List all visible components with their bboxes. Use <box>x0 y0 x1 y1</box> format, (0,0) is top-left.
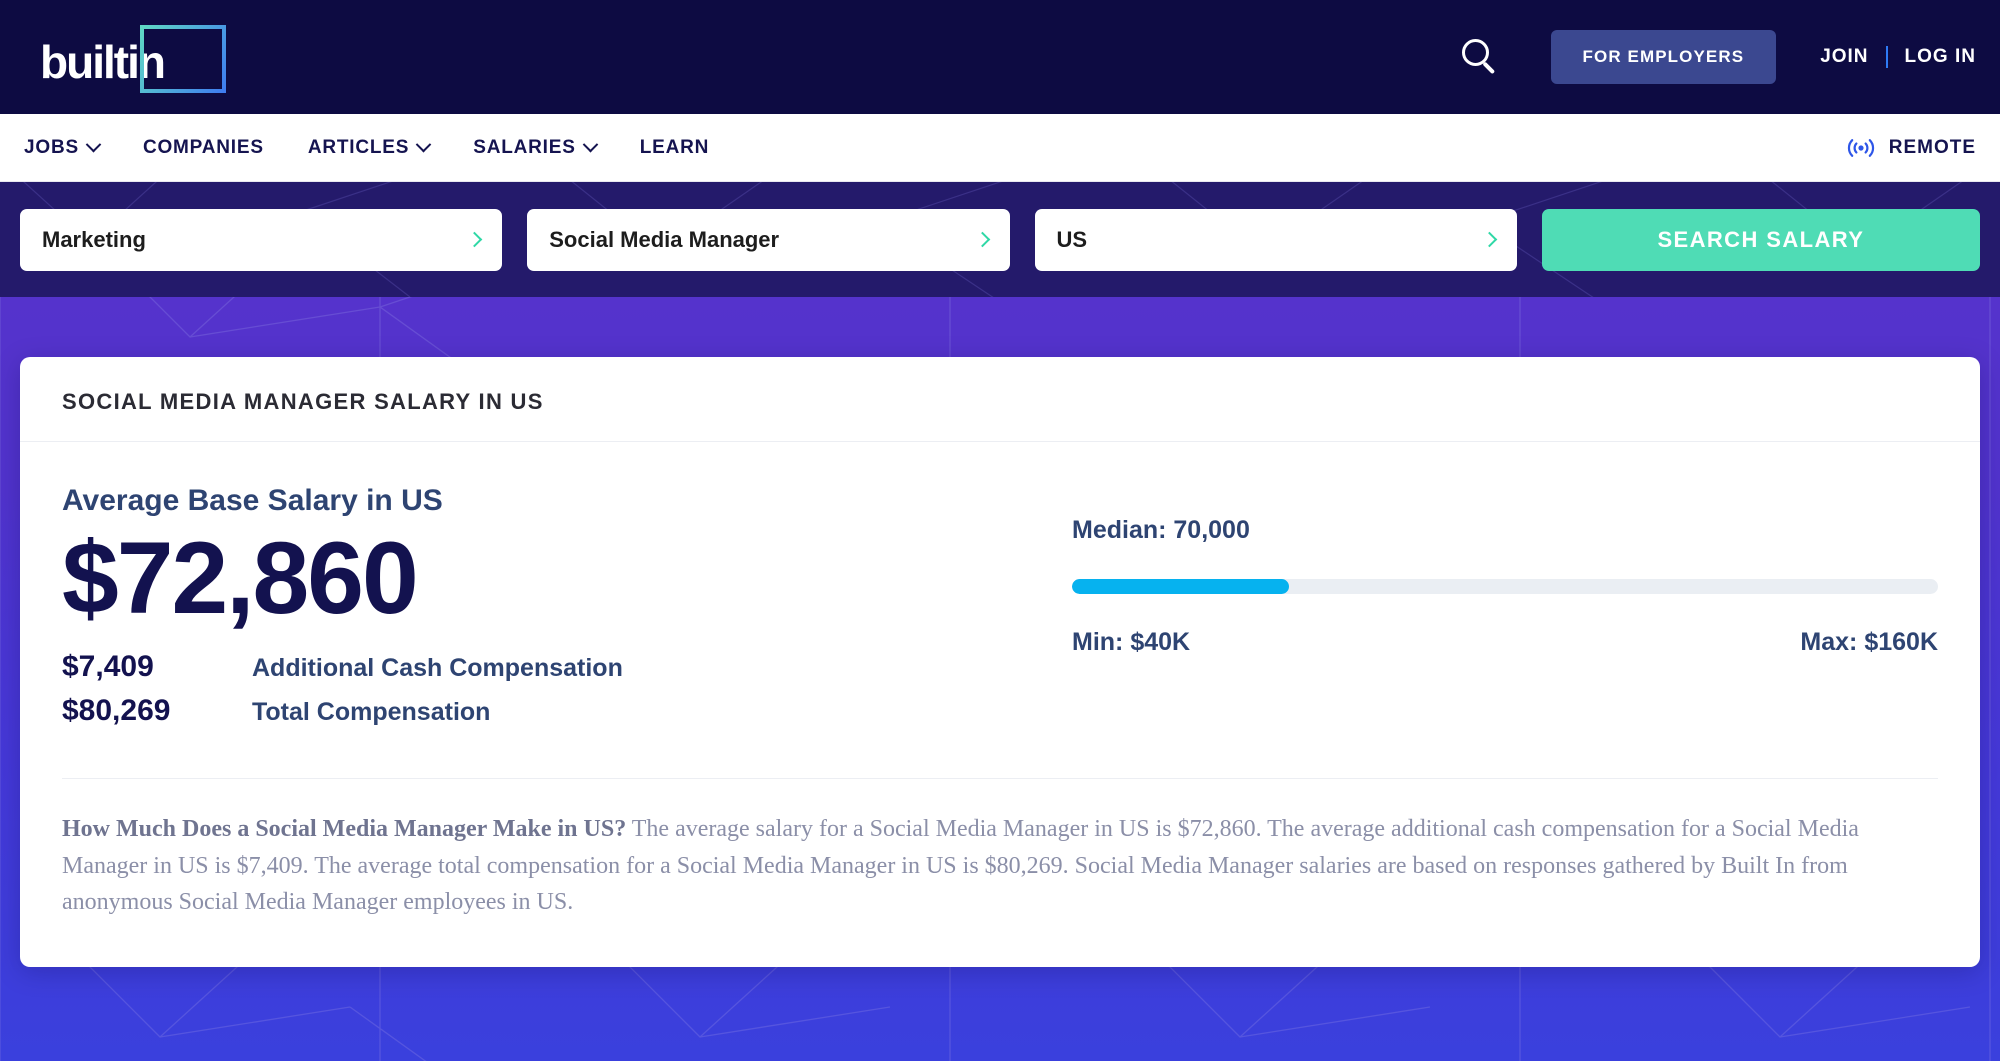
chevron-down-icon <box>582 136 598 153</box>
for-employers-button[interactable]: FOR EMPLOYERS <box>1550 30 1777 84</box>
compensation-row: $80,269 Total Compensation <box>62 694 1072 728</box>
auth-divider <box>1885 46 1888 68</box>
header-actions: FOR EMPLOYERS JOIN LOG IN <box>1449 26 1976 88</box>
nav-item-label: LEARN <box>639 136 710 158</box>
compensation-label: Total Compensation <box>252 698 491 727</box>
builtin-logo[interactable]: builtin <box>22 15 232 99</box>
nav-item-remote[interactable]: REMOTE <box>1846 137 1976 159</box>
nav-item-articles[interactable]: ARTICLES <box>286 137 451 159</box>
location-value: US <box>1056 226 1088 252</box>
site-header: builtin FOR EMPLOYERS JOIN LOG IN <box>0 0 2000 114</box>
range-endpoints: Min: $40K Max: $160K <box>1072 628 1938 657</box>
nav-item-label: SALARIES <box>473 136 576 158</box>
salary-description-question: How Much Does a Social Media Manager Mak… <box>62 816 627 843</box>
logo-square-icon <box>140 25 226 93</box>
chevron-down-icon <box>85 136 102 153</box>
salary-card: SOCIAL MEDIA MANAGER SALARY IN US Averag… <box>20 357 1980 967</box>
search-icon[interactable] <box>1449 26 1511 88</box>
nav-item-label: COMPANIES <box>142 136 264 158</box>
nav-item-companies[interactable]: COMPANIES <box>121 137 286 159</box>
search-salary-button[interactable]: SEARCH SALARY <box>1541 208 1980 271</box>
category-value: Marketing <box>42 226 146 252</box>
magnifier-glyph <box>1461 39 1498 75</box>
nav-item-learn[interactable]: LEARN <box>618 137 731 159</box>
nav-item-label: JOBS <box>24 136 79 158</box>
card-footer: How Much Does a Social Media Manager Mak… <box>62 778 1938 966</box>
median-label: Median: 70,000 <box>1072 516 1250 544</box>
nav-item-salaries[interactable]: SALARIES <box>451 137 617 159</box>
average-salary-value: $72,860 <box>62 521 419 635</box>
chevron-right-icon <box>974 231 990 248</box>
main-nav: JOBS COMPANIES ARTICLES SALARIES LEARN R… <box>0 114 2000 182</box>
salary-range-chart: Median: 70,000 Min: $40K Max: $160K <box>1072 484 1938 738</box>
chevron-right-icon <box>1481 231 1498 248</box>
remote-label: REMOTE <box>1888 136 1976 158</box>
min-salary-label: Min: $40K <box>1072 628 1191 656</box>
compensation-row: $7,409 Additional Cash Compensation <box>62 650 1072 684</box>
compensation-amount: $80,269 <box>62 694 171 728</box>
card-body: Average Base Salary in US $72,860 $7,409… <box>20 442 1980 738</box>
page-title: SOCIAL MEDIA MANAGER SALARY IN US <box>62 389 544 414</box>
role-value: Social Media Manager <box>549 226 780 252</box>
hero-section: SOCIAL MEDIA MANAGER SALARY IN US Averag… <box>0 297 2000 1061</box>
category-select[interactable]: Marketing <box>20 208 503 271</box>
salary-search-bar: Marketing Social Media Manager US SEARCH… <box>0 182 2000 297</box>
salary-summary: Average Base Salary in US $72,860 $7,409… <box>62 484 1072 738</box>
max-salary-label: Max: $160K <box>1800 628 1938 656</box>
salary-range-track <box>1072 579 1938 594</box>
join-link[interactable]: JOIN <box>1820 46 1868 68</box>
login-link[interactable]: LOG IN <box>1905 46 1976 68</box>
chevron-down-icon <box>415 136 432 153</box>
compensation-rows: $7,409 Additional Cash Compensation $80,… <box>62 650 1072 728</box>
auth-links: JOIN LOG IN <box>1820 46 1976 68</box>
average-salary-label: Average Base Salary in US <box>62 484 443 517</box>
nav-item-label: ARTICLES <box>307 136 410 158</box>
salary-range-fill <box>1072 579 1289 594</box>
card-header: SOCIAL MEDIA MANAGER SALARY IN US <box>20 357 1980 442</box>
compensation-amount: $7,409 <box>62 650 154 684</box>
chevron-right-icon <box>466 231 483 248</box>
location-select[interactable]: US <box>1034 208 1517 271</box>
salary-description: How Much Does a Social Media Manager Mak… <box>62 811 1938 920</box>
nav-item-jobs[interactable]: JOBS <box>14 137 121 159</box>
compensation-label: Additional Cash Compensation <box>252 654 623 683</box>
broadcast-icon <box>1846 138 1876 158</box>
nav-items: JOBS COMPANIES ARTICLES SALARIES LEARN <box>14 137 731 159</box>
role-select[interactable]: Social Media Manager <box>527 208 1010 271</box>
